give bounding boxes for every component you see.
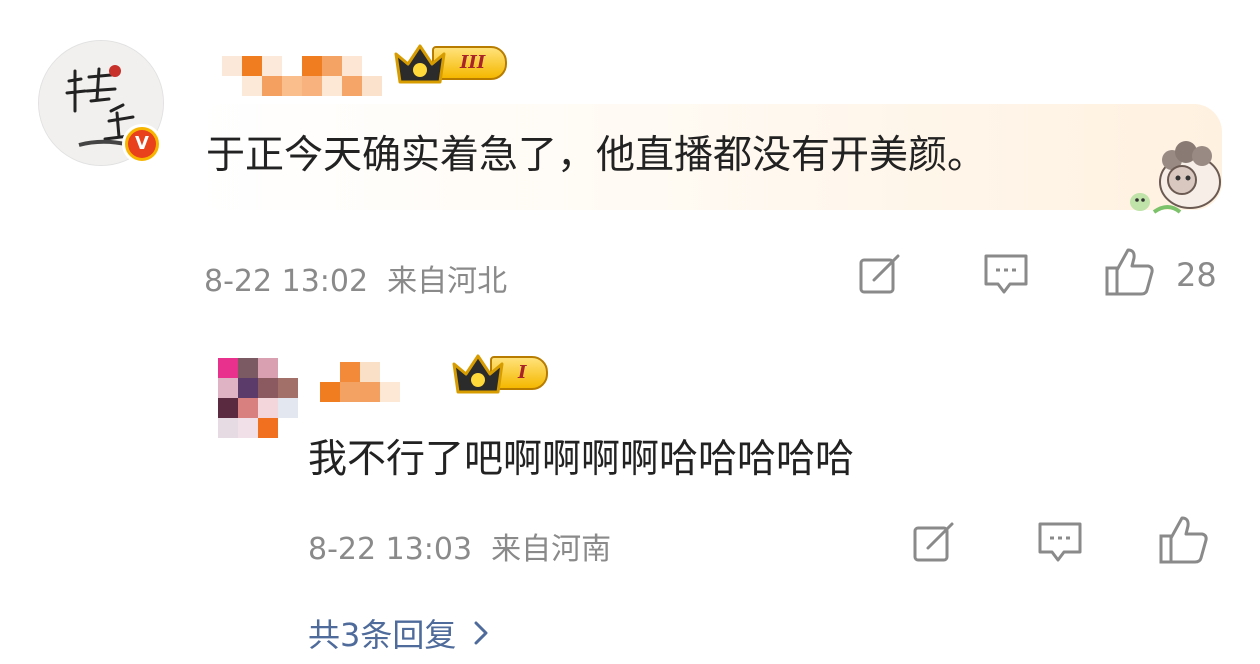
- chevron-right-icon: [474, 621, 488, 645]
- repost-edit-icon[interactable]: [912, 520, 958, 564]
- comment-icon[interactable]: [1036, 520, 1084, 564]
- comment-meta: 8-22 13:02 来自河北: [204, 256, 507, 300]
- level-badge-i[interactable]: I: [450, 350, 549, 396]
- comment-text[interactable]: 于正今天确实着急了，他直播都没有开美颜。: [206, 124, 986, 180]
- more-replies-label: 共3条回复: [308, 616, 457, 654]
- comment-icon[interactable]: [982, 252, 1030, 296]
- like-icon[interactable]: [1158, 514, 1210, 566]
- verified-v-icon: V: [128, 130, 156, 158]
- svg-text:摸鱼: 摸鱼: [59, 159, 61, 162]
- comment-date: 8-22 13:02: [204, 264, 369, 299]
- reply-name-mosaic[interactable]: [320, 362, 400, 402]
- sheep-sticker-icon: [1130, 141, 1221, 214]
- verified-badge: V: [122, 124, 162, 164]
- like-count: 28: [1176, 256, 1217, 294]
- crown-icon: [394, 44, 446, 84]
- reply-date: 8-22 13:03: [308, 532, 473, 567]
- reply-location: 来自河南: [491, 532, 612, 567]
- level-badge-iii[interactable]: III: [392, 40, 508, 86]
- commenter-name-mosaic[interactable]: [222, 56, 382, 96]
- crown-icon: [452, 354, 504, 394]
- repost-edit-icon[interactable]: [858, 252, 904, 296]
- reply-avatar-mosaic[interactable]: [218, 358, 298, 438]
- like-icon[interactable]: [1104, 246, 1156, 298]
- comment-location: 来自河北: [387, 264, 508, 299]
- reply-meta: 8-22 13:03 来自河南: [308, 524, 611, 568]
- more-replies-link[interactable]: 共3条回复: [308, 610, 490, 656]
- reply-text[interactable]: 我不行了吧啊啊啊啊哈哈哈哈哈: [308, 428, 854, 484]
